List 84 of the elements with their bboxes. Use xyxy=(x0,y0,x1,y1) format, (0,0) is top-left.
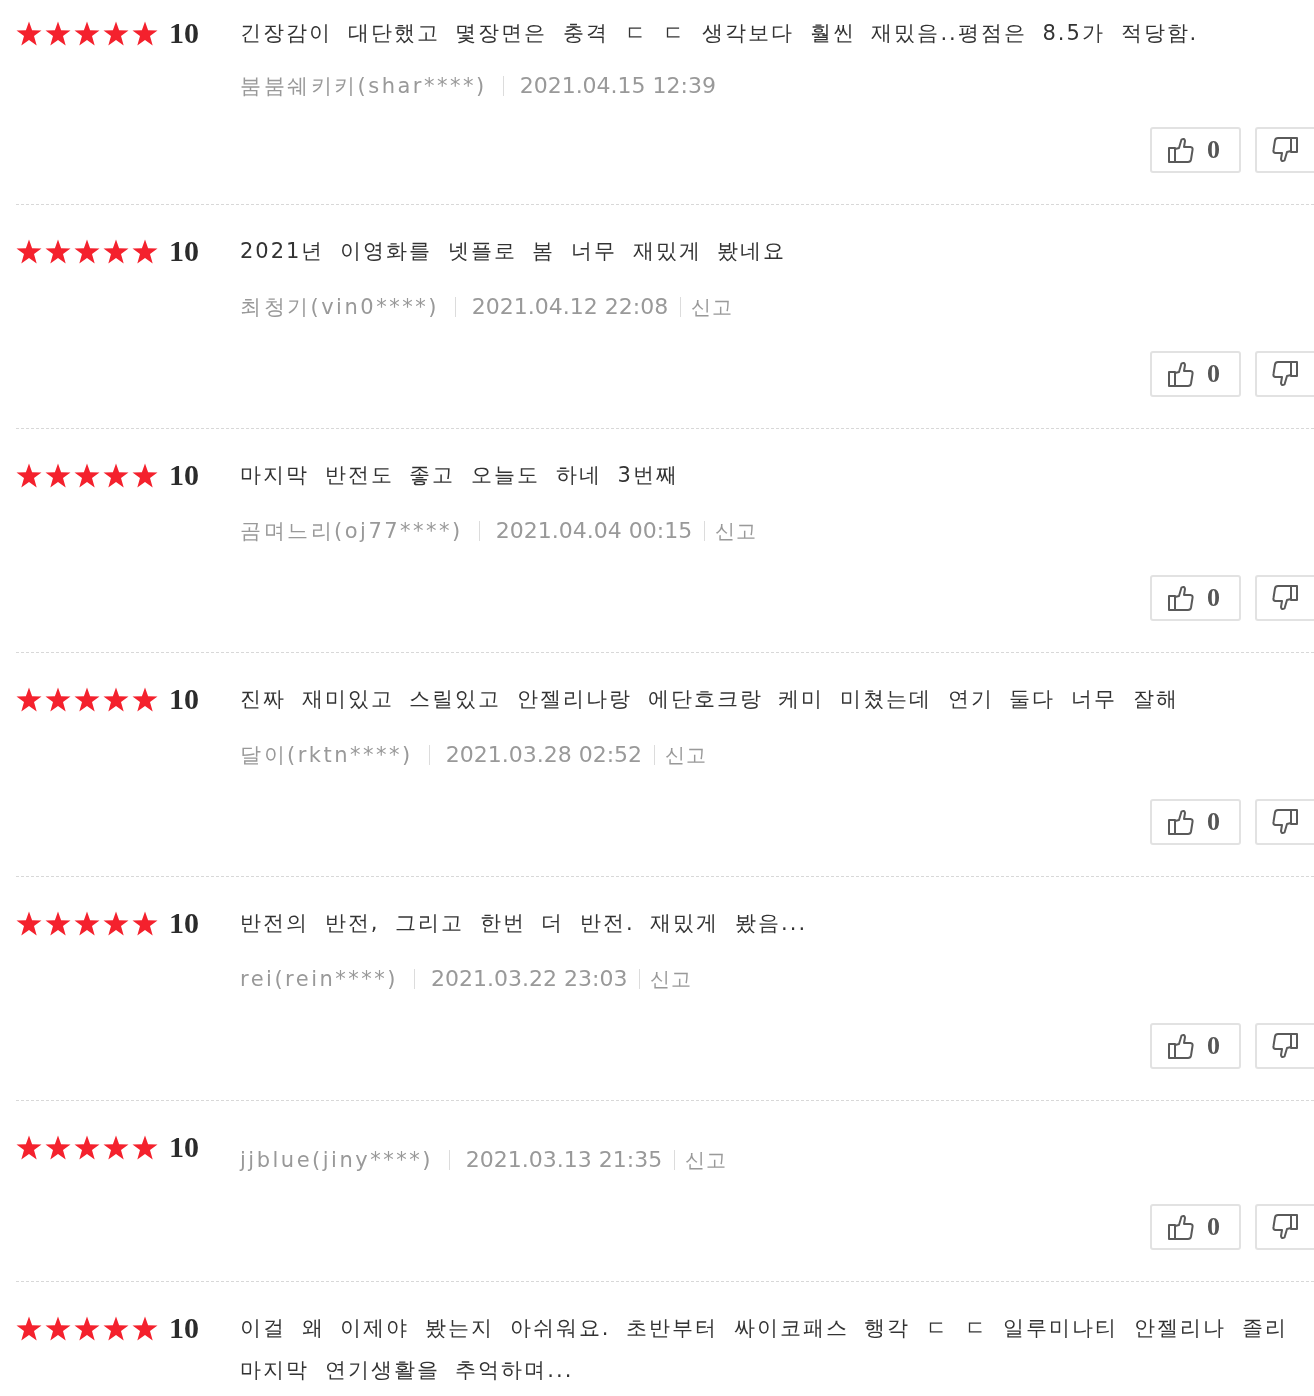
star-icon xyxy=(45,1315,71,1341)
star-icon xyxy=(74,462,100,488)
thumbs-up-icon xyxy=(1168,809,1194,835)
rating-score: 10 xyxy=(169,905,199,941)
dislike-button[interactable] xyxy=(1255,799,1314,845)
thumbs-down-icon xyxy=(1272,137,1298,163)
rating-score: 10 xyxy=(169,233,199,269)
like-button[interactable]: 0 xyxy=(1150,351,1241,397)
star-icon xyxy=(74,1134,100,1160)
star-icon xyxy=(74,238,100,264)
rating-score: 10 xyxy=(169,1310,199,1346)
star-icon xyxy=(74,910,100,936)
star-icon xyxy=(16,462,42,488)
thumbs-up-icon xyxy=(1168,361,1194,387)
rating-score: 10 xyxy=(169,15,199,51)
review-date: 2021.04.04 00:15 xyxy=(495,520,693,542)
like-button[interactable]: 0 xyxy=(1150,127,1241,173)
star-icon xyxy=(132,238,158,264)
review-text: 진짜 재미있고 스릴있고 안젤리나랑 에단호크랑 케미 미쳤는데 연기 둘다 너무 잘해 xyxy=(240,686,1180,713)
review-text: 긴장감이 대단했고 몇장면은 충격 ㄷ ㄷ 생각보다 훨씬 재밌음..평점은 8.5가 적당함. xyxy=(240,20,1200,47)
star-icon xyxy=(74,20,100,46)
star-icon xyxy=(16,1134,42,1160)
review-date: 2021.04.15 12:39 xyxy=(519,75,716,97)
dislike-button[interactable] xyxy=(1255,1023,1314,1069)
star-icon xyxy=(74,686,100,712)
thumbs-down-icon xyxy=(1272,1214,1298,1240)
rating-score: 10 xyxy=(169,457,199,493)
author-name: rei(rein****) xyxy=(240,968,399,990)
star-icon xyxy=(103,686,129,712)
thumbs-down-icon xyxy=(1272,809,1298,835)
review-date: 2021.04.12 22:08 xyxy=(471,296,669,318)
thumbs-down-icon xyxy=(1272,361,1298,387)
author-name: 달이(rktn****) xyxy=(240,744,413,766)
rating-score: 10 xyxy=(169,681,199,717)
star-icon xyxy=(16,686,42,712)
star-icon xyxy=(45,686,71,712)
thumbs-down-icon xyxy=(1272,585,1298,611)
dislike-button[interactable] xyxy=(1255,127,1314,173)
star-icon xyxy=(45,462,71,488)
star-icon xyxy=(132,20,158,46)
star-icon xyxy=(132,1315,158,1341)
review-date: 2021.03.13 21:35 xyxy=(465,1149,663,1171)
review-date: 2021.03.22 23:03 xyxy=(431,968,628,990)
dislike-button[interactable] xyxy=(1255,351,1314,397)
thumbs-down-icon xyxy=(1272,1033,1298,1059)
thumbs-up-icon xyxy=(1168,1033,1194,1059)
like-button[interactable]: 0 xyxy=(1150,1023,1241,1069)
like-button[interactable]: 0 xyxy=(1150,1204,1241,1250)
review-date: 2021.03.28 02:52 xyxy=(445,744,643,766)
review-text: 반전의 반전, 그리고 한번 더 반전. 재밌게 봤음... xyxy=(240,910,809,937)
star-icon xyxy=(132,686,158,712)
star-icon xyxy=(132,462,158,488)
like-button[interactable]: 0 xyxy=(1150,575,1241,621)
author-name: jjblue(jiny****) xyxy=(240,1149,433,1171)
star-icon xyxy=(16,1315,42,1341)
star-icon xyxy=(132,910,158,936)
star-icon xyxy=(103,462,129,488)
dislike-button[interactable] xyxy=(1255,1204,1314,1250)
star-icon xyxy=(45,910,71,936)
review-text: 2021년 이영화를 넷플로 봄 너무 재밌게 봤네요 xyxy=(240,238,788,265)
author-name: 붐붐쉐키키(shar****) xyxy=(240,75,487,97)
star-icon xyxy=(103,238,129,264)
review-text: 마지막 반전도 좋고 오늘도 하네 3번째 xyxy=(240,462,680,489)
star-icon xyxy=(132,1134,158,1160)
thumbs-up-icon xyxy=(1168,137,1194,163)
star-icon xyxy=(103,1315,129,1341)
thumbs-up-icon xyxy=(1168,1214,1194,1240)
thumbs-up-icon xyxy=(1168,585,1194,611)
star-icon xyxy=(103,1134,129,1160)
author-name: 최청기(vin0****) xyxy=(240,296,439,318)
star-icon xyxy=(74,1315,100,1341)
star-icon xyxy=(103,910,129,936)
star-icon xyxy=(16,20,42,46)
star-icon xyxy=(45,20,71,46)
star-icon xyxy=(16,238,42,264)
dislike-button[interactable] xyxy=(1255,575,1314,621)
author-name: 곰며느리(oj77****) xyxy=(240,520,463,542)
star-icon xyxy=(45,238,71,264)
rating-score: 10 xyxy=(169,1129,199,1165)
star-icon xyxy=(45,1134,71,1160)
review-text: 이걸 왜 이제야 봤는지 아쉬워요. 초반부터 싸이코패스 행각 ㄷ ㄷ 일루미나티 안젤리나 졸리 마지막 연기생활을 추억하며... xyxy=(240,1315,1289,1384)
star-icon xyxy=(103,20,129,46)
star-icon xyxy=(16,910,42,936)
like-button[interactable]: 0 xyxy=(1150,799,1241,845)
